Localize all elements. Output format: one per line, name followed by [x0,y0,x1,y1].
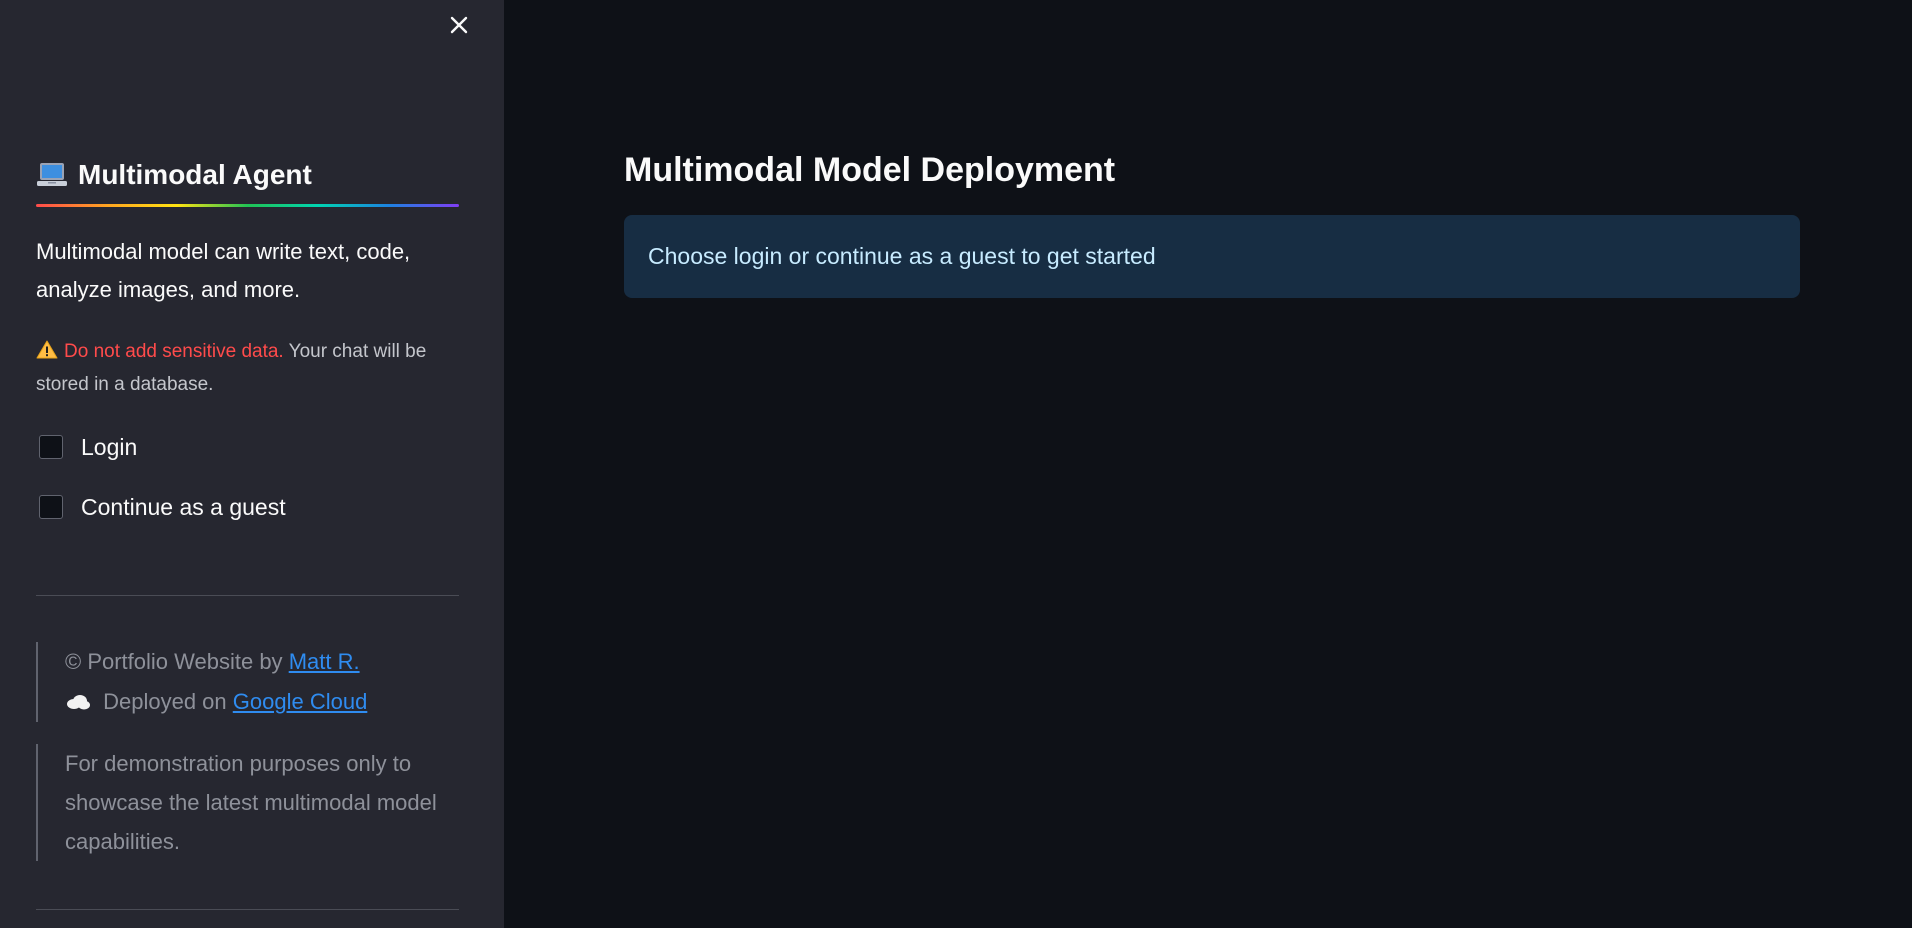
sidebar-close-button[interactable] [444,10,474,40]
rainbow-divider [36,204,459,207]
app: Multimodal Agent Multimodal model can wr… [0,0,1912,928]
portfolio-credit: © Portfolio Website by Matt R. [65,642,459,682]
info-alert: Choose login or continue as a guest to g… [624,215,1800,298]
deploy-credit: Deployed on Google Cloud [65,682,459,722]
close-icon [450,16,468,34]
sidebar: Multimodal Agent Multimodal model can wr… [0,0,504,928]
main-content: Multimodal Model Deployment Choose login… [624,148,1800,298]
login-checkbox[interactable] [39,435,63,459]
disclaimer-text: For demonstration purposes only to showc… [65,751,437,854]
warning-icon [36,340,58,359]
info-alert-text: Choose login or continue as a guest to g… [648,243,1156,269]
warning-highlight: Do not add sensitive data. [64,341,284,362]
login-checkbox-row[interactable]: Login [36,427,459,467]
sidebar-title: Multimodal Agent [36,152,459,198]
disclaimer-blockquote: For demonstration purposes only to showc… [36,744,459,861]
sidebar-divider-bottom [36,909,459,910]
deploy-prefix: Deployed on [97,689,233,714]
guest-checkbox-label[interactable]: Continue as a guest [81,494,286,521]
guest-checkbox-row[interactable]: Continue as a guest [36,487,459,527]
page-title: Multimodal Model Deployment [624,151,1116,189]
portfolio-link[interactable]: Matt R. [289,649,360,674]
sidebar-title-text: Multimodal Agent [78,159,312,190]
guest-checkbox[interactable] [39,495,63,519]
sidebar-divider-top [36,595,459,596]
login-checkbox-label[interactable]: Login [81,434,137,461]
sidebar-content: Multimodal Agent Multimodal model can wr… [36,152,459,910]
laptop-icon [37,163,67,186]
portfolio-prefix: © Portfolio Website by [65,649,289,674]
sidebar-description: Multimodal model can write text, code, a… [36,239,411,302]
google-cloud-link[interactable]: Google Cloud [233,689,368,714]
credits-blockquote: © Portfolio Website by Matt R. Deployed … [36,642,459,722]
sensitive-data-warning: Do not add sensitive data. Your chat wil… [36,335,459,401]
cloud-icon [67,695,90,710]
